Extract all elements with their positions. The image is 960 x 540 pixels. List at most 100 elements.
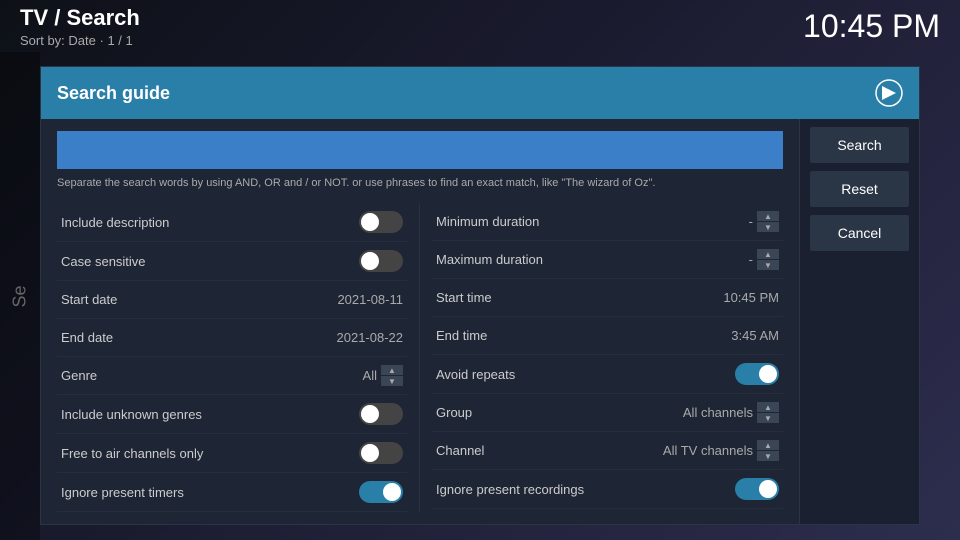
toggle-knob: [759, 365, 777, 383]
value-max-duration[interactable]: - ▲ ▼: [749, 249, 779, 270]
label-case-sensitive: Case sensitive: [61, 254, 146, 269]
dialog-header: Search guide: [41, 67, 919, 119]
field-ignore-recordings: Ignore present recordings: [432, 470, 783, 509]
toggle-avoid-repeats[interactable]: [735, 363, 779, 385]
toggle-knob: [361, 444, 379, 462]
toggle-ignore-timers[interactable]: [359, 481, 403, 503]
genre-chevrons[interactable]: ▲ ▼: [381, 365, 403, 386]
channel-down-btn[interactable]: ▼: [757, 451, 779, 461]
label-include-description: Include description: [61, 215, 169, 230]
fields-grid: Include description Case sensitive: [57, 203, 783, 512]
field-include-description: Include description: [57, 203, 407, 242]
max-duration-chevrons[interactable]: ▲ ▼: [757, 249, 779, 270]
dialog-main: Separate the search words by using AND, …: [41, 119, 799, 524]
max-duration-down-btn[interactable]: ▼: [757, 260, 779, 270]
label-start-time: Start time: [436, 290, 492, 305]
cancel-button[interactable]: Cancel: [810, 215, 909, 251]
page-title: TV / Search: [20, 5, 140, 31]
value-group[interactable]: All channels ▲ ▼: [683, 402, 779, 423]
label-end-time: End time: [436, 328, 487, 343]
field-channel: Channel All TV channels ▲ ▼: [432, 432, 783, 470]
field-group: Group All channels ▲ ▼: [432, 394, 783, 432]
value-start-date[interactable]: 2021-08-11: [337, 292, 403, 307]
max-duration-text: -: [749, 252, 753, 267]
dialog-body: Separate the search words by using AND, …: [41, 119, 919, 524]
label-ignore-recordings: Ignore present recordings: [436, 482, 584, 497]
label-avoid-repeats: Avoid repeats: [436, 367, 515, 382]
group-text: All channels: [683, 405, 753, 420]
label-start-date: Start date: [61, 292, 117, 307]
min-duration-chevrons[interactable]: ▲ ▼: [757, 211, 779, 232]
title-prefix: TV /: [20, 5, 66, 30]
top-bar: TV / Search Sort by: Date · 1 / 1 10:45 …: [0, 0, 960, 52]
genre-up-btn[interactable]: ▲: [381, 365, 403, 375]
label-free-to-air: Free to air channels only: [61, 446, 203, 461]
field-end-time: End time 3:45 AM: [432, 317, 783, 355]
field-include-unknown-genres: Include unknown genres: [57, 395, 407, 434]
label-include-unknown-genres: Include unknown genres: [61, 407, 202, 422]
fields-right-col: Minimum duration - ▲ ▼ Maximum duration: [420, 203, 783, 512]
group-down-btn[interactable]: ▼: [757, 413, 779, 423]
field-end-date: End date 2021-08-22: [57, 319, 407, 357]
field-ignore-timers: Ignore present timers: [57, 473, 407, 512]
search-button[interactable]: Search: [810, 127, 909, 163]
page-subtitle: Sort by: Date · 1 / 1: [20, 33, 140, 48]
value-min-duration[interactable]: - ▲ ▼: [749, 211, 779, 232]
label-min-duration: Minimum duration: [436, 214, 539, 229]
fields-left-col: Include description Case sensitive: [57, 203, 420, 512]
dialog-sidebar: Search Reset Cancel: [799, 119, 919, 524]
label-group: Group: [436, 405, 472, 420]
label-channel: Channel: [436, 443, 484, 458]
value-genre[interactable]: All ▲ ▼: [363, 365, 403, 386]
sidebar-hint: Se: [0, 52, 40, 540]
min-duration-text: -: [749, 214, 753, 229]
label-genre: Genre: [61, 368, 97, 383]
genre-down-btn[interactable]: ▼: [381, 376, 403, 386]
dialog-title: Search guide: [57, 83, 170, 104]
field-case-sensitive: Case sensitive: [57, 242, 407, 281]
group-chevrons[interactable]: ▲ ▼: [757, 402, 779, 423]
min-duration-up-btn[interactable]: ▲: [757, 211, 779, 221]
toggle-knob: [383, 483, 401, 501]
search-input[interactable]: [57, 131, 783, 169]
field-free-to-air: Free to air channels only: [57, 434, 407, 473]
group-up-btn[interactable]: ▲: [757, 402, 779, 412]
toggle-knob: [361, 213, 379, 231]
channel-chevrons[interactable]: ▲ ▼: [757, 440, 779, 461]
max-duration-up-btn[interactable]: ▲: [757, 249, 779, 259]
toggle-knob: [361, 252, 379, 270]
value-end-date[interactable]: 2021-08-22: [337, 330, 404, 345]
toggle-knob: [759, 480, 777, 498]
field-max-duration: Maximum duration - ▲ ▼: [432, 241, 783, 279]
search-hint: Separate the search words by using AND, …: [57, 177, 783, 189]
search-input-wrap[interactable]: [57, 131, 783, 169]
field-start-time: Start time 10:45 PM: [432, 279, 783, 317]
toggle-knob: [361, 405, 379, 423]
toggle-case-sensitive[interactable]: [359, 250, 403, 272]
field-start-date: Start date 2021-08-11: [57, 281, 407, 319]
clock: 10:45 PM: [803, 8, 940, 45]
channel-text: All TV channels: [663, 443, 753, 458]
top-left-info: TV / Search Sort by: Date · 1 / 1: [20, 5, 140, 48]
label-ignore-timers: Ignore present timers: [61, 485, 184, 500]
sidebar-hint-text: Se: [10, 285, 31, 307]
toggle-ignore-recordings[interactable]: [735, 478, 779, 500]
kodi-icon: [875, 79, 903, 107]
search-guide-dialog: Search guide Separate the search words b…: [40, 66, 920, 525]
field-min-duration: Minimum duration - ▲ ▼: [432, 203, 783, 241]
label-max-duration: Maximum duration: [436, 252, 543, 267]
toggle-free-to-air[interactable]: [359, 442, 403, 464]
genre-text: All: [363, 368, 377, 383]
value-start-time[interactable]: 10:45 PM: [723, 290, 779, 305]
value-channel[interactable]: All TV channels ▲ ▼: [663, 440, 779, 461]
channel-up-btn[interactable]: ▲: [757, 440, 779, 450]
toggle-include-description[interactable]: [359, 211, 403, 233]
field-genre: Genre All ▲ ▼: [57, 357, 407, 395]
title-main: Search: [66, 5, 139, 30]
value-end-time[interactable]: 3:45 AM: [731, 328, 779, 343]
label-end-date: End date: [61, 330, 113, 345]
field-avoid-repeats: Avoid repeats: [432, 355, 783, 394]
min-duration-down-btn[interactable]: ▼: [757, 222, 779, 232]
reset-button[interactable]: Reset: [810, 171, 909, 207]
toggle-include-unknown-genres[interactable]: [359, 403, 403, 425]
